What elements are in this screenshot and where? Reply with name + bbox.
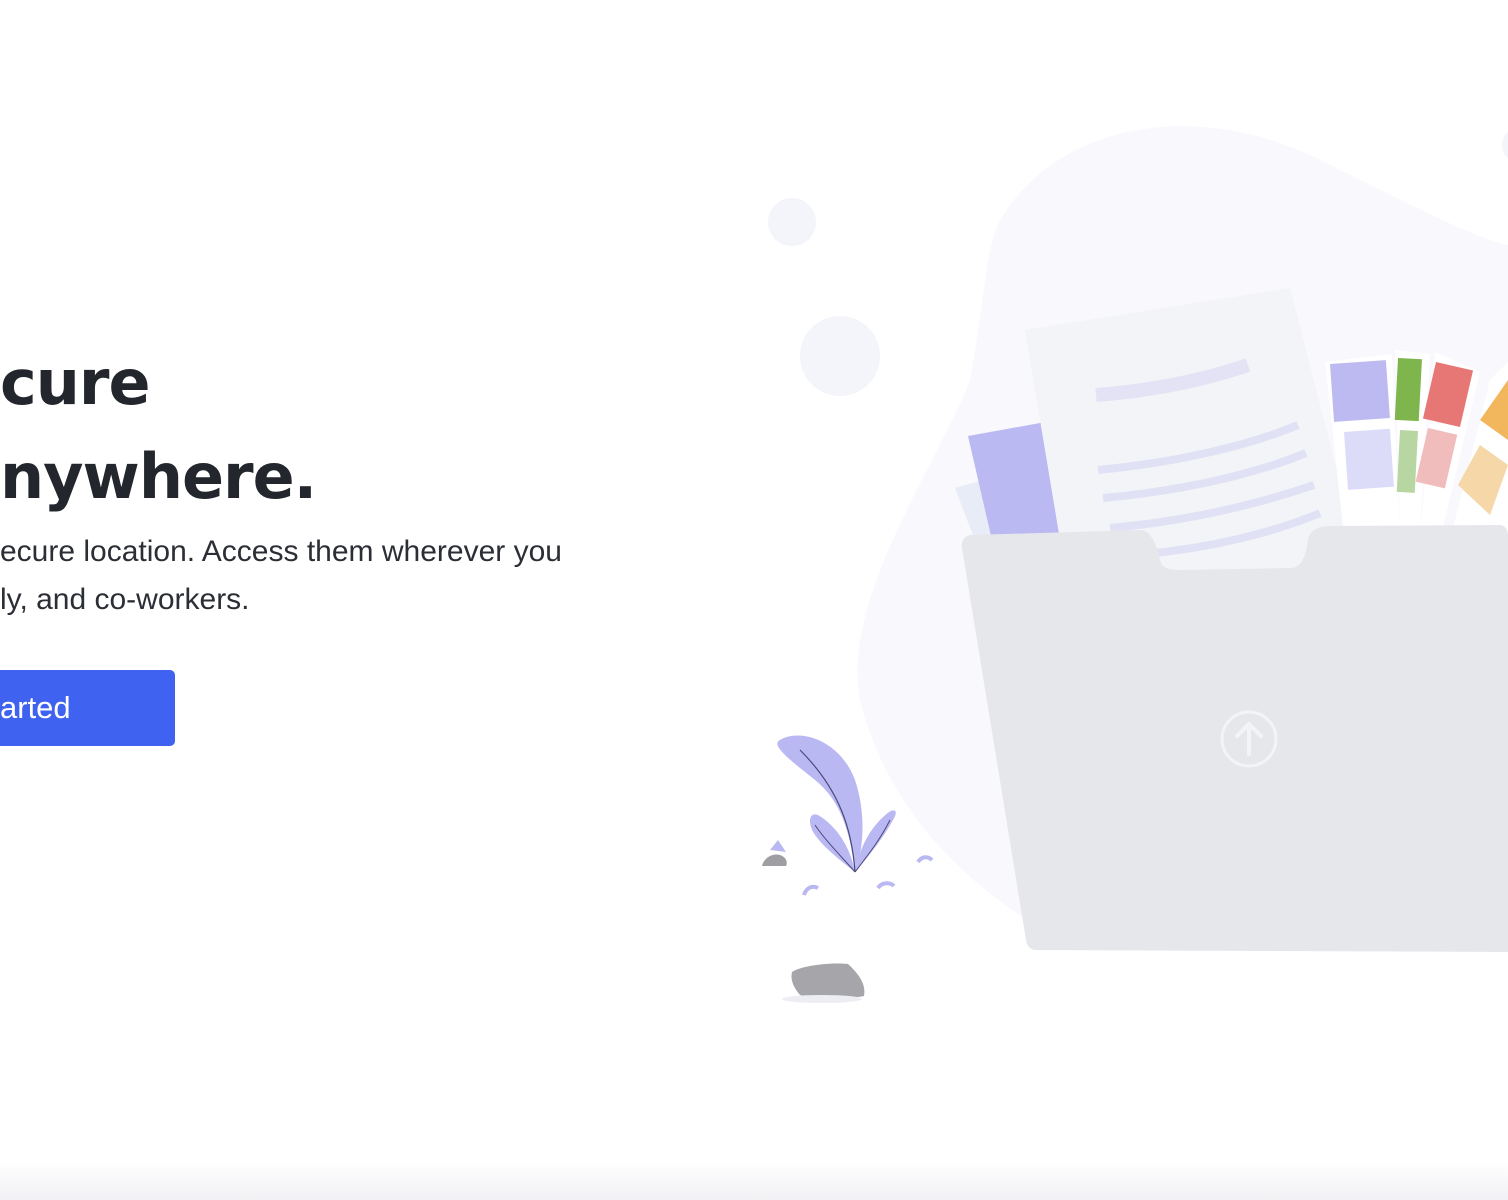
get-started-button[interactable]: arted [0,670,175,746]
bottom-fade [0,1160,1508,1200]
rock-small [762,854,787,866]
decor-circle-edge [1502,131,1508,159]
landing-page: cure nywhere. ecure location. Access the… [0,0,1508,1200]
hero-title: cure nywhere. [0,336,317,524]
rock-large [791,963,865,998]
decor-circle-small [768,198,816,246]
hero-title-line-1: cure [0,346,151,419]
hero-description-line-2: ly, and co-workers. [0,583,250,616]
hero-description: ecure location. Access them wherever you… [0,528,562,624]
hero-title-line-2: nywhere. [0,440,317,513]
folder-front [961,525,1508,952]
rock-shadow [782,995,862,1003]
decor-circle-medium [800,316,880,396]
hero-description-line-1: ecure location. Access them wherever you [0,535,562,568]
